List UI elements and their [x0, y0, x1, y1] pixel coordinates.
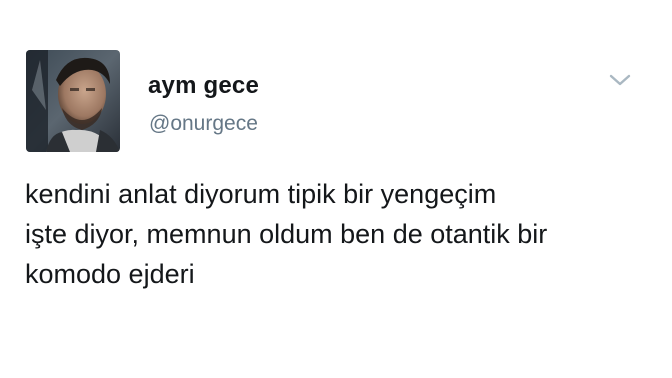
- avatar[interactable]: [26, 50, 120, 152]
- profile-photo-icon: [26, 50, 120, 152]
- tweet-text-line: işte diyor, memnun oldum ben de otantik …: [25, 219, 548, 249]
- tweet-text: kendini anlat diyorum tipik bir yengeçim…: [25, 174, 655, 294]
- chevron-down-icon: [609, 74, 631, 86]
- user-handle[interactable]: @onurgece: [149, 112, 258, 136]
- display-name[interactable]: aym gece: [148, 72, 259, 100]
- tweet-menu-button[interactable]: [606, 70, 634, 90]
- tweet-text-line: komodo ejderi: [25, 259, 195, 289]
- tweet-card: aym gece @onurgece kendini anlat diyorum…: [0, 0, 672, 378]
- tweet-text-line: kendini anlat diyorum tipik bir yengeçim: [25, 179, 497, 209]
